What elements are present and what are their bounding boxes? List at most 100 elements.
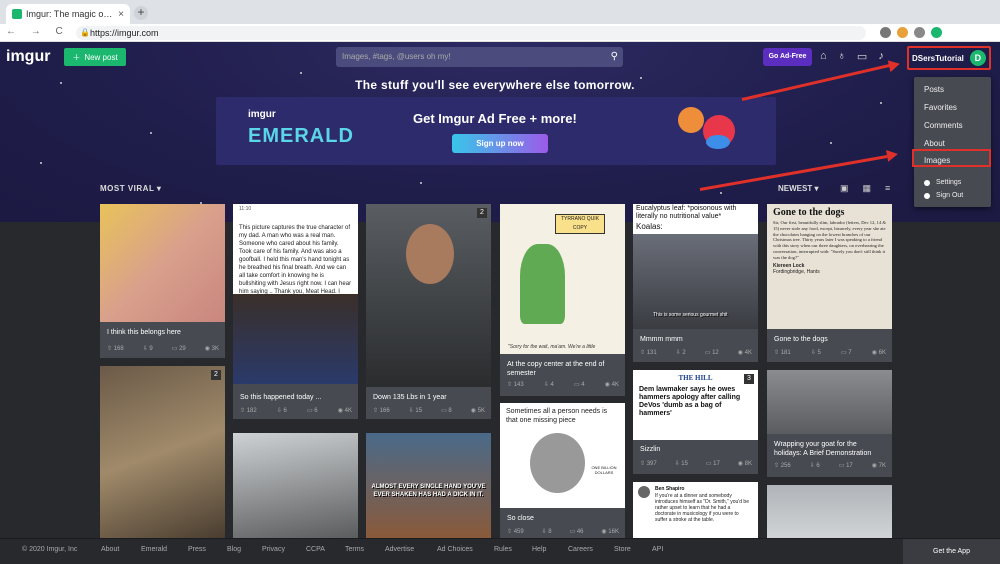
footer-link-rules[interactable]: Rules bbox=[494, 546, 512, 553]
footer-link-press[interactable]: Press bbox=[188, 546, 206, 553]
url-field[interactable]: 🔒 https://imgur.com bbox=[76, 26, 866, 40]
album-count-badge: 2 bbox=[211, 370, 221, 380]
grid-view-icon[interactable]: ▦ bbox=[863, 183, 872, 194]
post-image: Gone to the dogs Sir, Our first, beautif… bbox=[767, 204, 892, 329]
footer-link-advertise[interactable]: Advertise bbox=[385, 546, 414, 553]
menu-item-about[interactable]: About bbox=[924, 139, 945, 148]
post-card[interactable]: 2 bbox=[100, 366, 225, 538]
post-card[interactable]: Wrapping your goat for the holidays: A B… bbox=[767, 370, 892, 477]
post-image: THE HILL Dem lawmaker says he owes hamme… bbox=[633, 370, 758, 440]
news-headline: Dem lawmaker says he owes hammers apolog… bbox=[639, 386, 741, 417]
list-view-icon[interactable]: ≡ bbox=[885, 183, 890, 194]
browser-tab[interactable]: Imgur: The magic of the Intern × bbox=[6, 4, 130, 24]
search-input[interactable]: Images, #tags, @users oh my! ⚲ bbox=[336, 47, 623, 67]
view-toggles: ▣ ▦ ≡ bbox=[840, 183, 890, 194]
meme-text-bottom: This is some serious gourmet shit bbox=[653, 312, 728, 318]
single-view-icon[interactable]: ▣ bbox=[840, 183, 849, 194]
profile-icon[interactable] bbox=[931, 27, 942, 38]
post-card[interactable]: 2 Down 135 Lbs in 1 year ⇧ 166 ⇩ 15 ▭ 8 ◉ 5… bbox=[366, 204, 491, 419]
user-dropdown-menu: Posts Favorites Comments About Images Se… bbox=[914, 77, 991, 207]
bell-icon[interactable]: ♪ bbox=[878, 50, 884, 63]
footer-link-ad-choices[interactable]: Ad Choices bbox=[437, 546, 473, 553]
imgur-logo[interactable]: imgur bbox=[6, 48, 50, 66]
post-title: Down 135 Lbs in 1 year bbox=[373, 394, 447, 401]
post-image: Ben Shapiro If you're at a dinner and so… bbox=[633, 482, 758, 538]
footer-link-about[interactable]: About bbox=[101, 546, 119, 553]
post-card[interactable]: Sometimes all a person needs is that one… bbox=[500, 403, 625, 538]
footer-link-api[interactable]: API bbox=[652, 546, 663, 553]
sort-most-viral[interactable]: MOST VIRAL ▾ bbox=[100, 184, 161, 193]
footer-link-store[interactable]: Store bbox=[614, 546, 631, 553]
sort-newest[interactable]: NEWEST ▾ bbox=[778, 184, 818, 193]
search-placeholder: Images, #tags, @users oh my! bbox=[342, 52, 451, 61]
banner-character-icon bbox=[706, 135, 730, 149]
emerald-banner[interactable]: imgur EMERALD Get Imgur Ad Free + more! … bbox=[216, 97, 776, 165]
post-card[interactable]: Gone to the dogs Sir, Our first, beautif… bbox=[767, 204, 892, 362]
menu-item-comments[interactable]: Comments bbox=[924, 121, 963, 130]
footer-link-emerald[interactable]: Emerald bbox=[141, 546, 167, 553]
post-image bbox=[767, 485, 892, 538]
new-post-button[interactable]: ＋ New post bbox=[64, 48, 126, 66]
footer-link-careers[interactable]: Careers bbox=[568, 546, 593, 553]
tab-title: Imgur: The magic of the Intern bbox=[26, 9, 114, 19]
post-title: So this happened today ... bbox=[240, 394, 322, 401]
post-card[interactable] bbox=[233, 433, 358, 538]
extension-icon[interactable] bbox=[880, 27, 891, 38]
menu-item-favorites[interactable]: Favorites bbox=[924, 103, 957, 112]
phone-time: 11:10 bbox=[239, 206, 252, 212]
browser-tab-strip: Imgur: The magic of the Intern × + bbox=[0, 0, 1000, 24]
sign-out-icon bbox=[924, 193, 930, 199]
menu-item-posts[interactable]: Posts bbox=[924, 85, 944, 94]
tweet-author: Ben Shapiro bbox=[655, 486, 685, 492]
post-stats: ⇧ 143 ⇩ 4 ▭ 4 ◉ 4K bbox=[507, 382, 619, 388]
post-card[interactable]: THE HILL Dem lawmaker says he owes hamme… bbox=[633, 370, 758, 474]
post-card[interactable] bbox=[767, 485, 892, 538]
new-tab-button[interactable]: + bbox=[134, 6, 148, 20]
post-card[interactable]: TYRRANO QUIK COPY "Sorry for the wait, m… bbox=[500, 204, 625, 396]
post-card[interactable]: Ben Shapiro If you're at a dinner and so… bbox=[633, 482, 758, 538]
footer-link-terms[interactable]: Terms bbox=[345, 546, 364, 553]
post-stats: ⇧ 256 ⇩ 6 ▭ 17 ◉ 7K bbox=[774, 463, 886, 469]
new-post-label: New post bbox=[84, 52, 118, 62]
footer-link-blog[interactable]: Blog bbox=[227, 546, 241, 553]
post-image: Sometimes all a person needs is that one… bbox=[500, 403, 625, 508]
nav-buttons[interactable]: ← → C bbox=[6, 26, 69, 37]
post-card[interactable]: 11:10 This picture captures the true cha… bbox=[233, 204, 358, 419]
post-image: ALMOST EVERY SINGLE HAND YOU'VE EVER SHA… bbox=[366, 433, 491, 538]
settings-icon bbox=[924, 180, 930, 186]
sign-up-button[interactable]: Sign up now bbox=[452, 134, 548, 153]
header-icons: ⌂ ♁ ▭ ♪ bbox=[820, 50, 884, 63]
post-stats: ⇧ 181 ⇩ 5 ▭ 7 ◉ 6K bbox=[774, 350, 886, 356]
album-count-badge: 3 bbox=[744, 374, 754, 384]
tagline: The stuff you'll see everywhere else tom… bbox=[355, 78, 635, 92]
footer-link-help[interactable]: Help bbox=[532, 546, 546, 553]
post-stats: ⇧ 459 ⇩ 8 ▭ 46 ◉ 16K bbox=[507, 529, 619, 535]
footer-link-ccpa[interactable]: CCPA bbox=[306, 546, 325, 553]
user-menu[interactable]: DSersTutorial D bbox=[907, 46, 991, 70]
footer: © 2020 Imgur, Inc About Emerald Press Bl… bbox=[0, 538, 1000, 564]
tab-close-icon[interactable]: × bbox=[118, 9, 124, 20]
award-icon[interactable]: ♁ bbox=[838, 50, 846, 63]
menu-item-sign-out[interactable]: Sign Out bbox=[936, 192, 963, 199]
post-card[interactable]: I think this belongs here ⇧ 168 ⇩ 9 ▭ 29 ◉ … bbox=[100, 204, 225, 358]
go-ad-free-button[interactable]: Go Ad-Free bbox=[763, 48, 812, 66]
extension-icon[interactable] bbox=[897, 27, 908, 38]
post-image: TYRRANO QUIK COPY "Sorry for the wait, m… bbox=[500, 204, 625, 354]
post-stats: ⇧ 131 ⇩ 2 ▭ 12 ◉ 4K bbox=[640, 350, 752, 356]
footer-link-privacy[interactable]: Privacy bbox=[262, 546, 285, 553]
post-title: Gone to the dogs bbox=[774, 336, 828, 343]
store-icon[interactable]: ⌂ bbox=[820, 50, 827, 63]
post-card[interactable]: ALMOST EVERY SINGLE HAND YOU'VE EVER SHA… bbox=[366, 433, 491, 538]
album-count-badge: 2 bbox=[477, 208, 487, 218]
get-the-app-button[interactable]: Get the App bbox=[903, 539, 1000, 564]
puzzle-icon[interactable] bbox=[914, 27, 925, 38]
menu-item-settings[interactable]: Settings bbox=[936, 179, 961, 186]
search-icon[interactable]: ⚲ bbox=[611, 47, 618, 67]
post-title: So close bbox=[507, 515, 534, 522]
chat-icon[interactable]: ▭ bbox=[857, 50, 867, 63]
post-image bbox=[767, 370, 892, 434]
post-card[interactable]: Eucalyptus leaf: *poisonous with literal… bbox=[633, 204, 758, 362]
images-highlight-box bbox=[912, 149, 991, 167]
letter-place: Fordingbridge, Hants bbox=[773, 268, 820, 275]
avatar[interactable]: D bbox=[969, 50, 986, 66]
